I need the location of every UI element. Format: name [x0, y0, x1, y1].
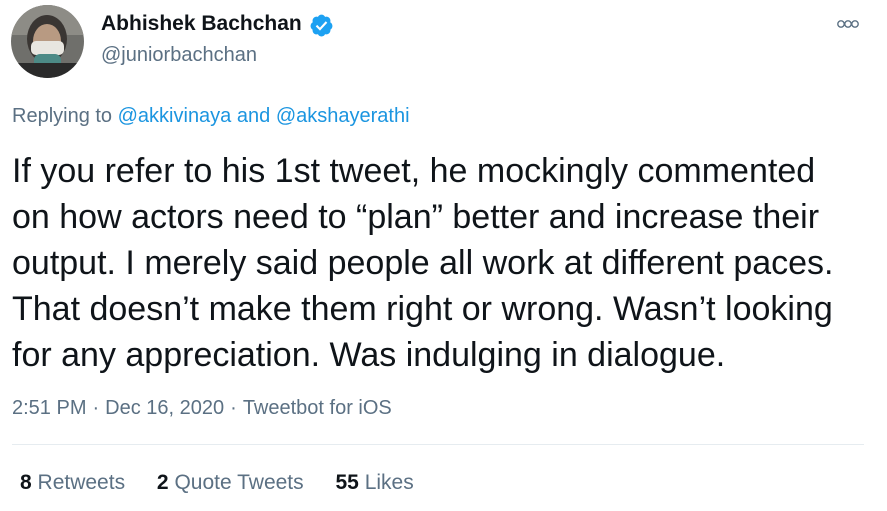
avatar-image [11, 5, 84, 78]
mention-connector: and [236, 105, 271, 127]
likes-label: Likes [364, 471, 414, 494]
mention-link-2[interactable]: @akshayerathi [276, 105, 410, 127]
retweets-label: Retweets [37, 471, 126, 494]
tweet-text-line: output. I merely said people all work at… [12, 244, 834, 282]
likes-stat[interactable]: 55 Likes [336, 471, 414, 495]
author-handle[interactable]: @juniorbachchan [101, 44, 257, 67]
retweets-stat[interactable]: 8 Retweets [20, 471, 125, 495]
retweets-count: 8 [20, 471, 32, 494]
tweet-text-line: If you refer to his 1st tweet, he mockin… [12, 152, 816, 190]
tweet-text-line: on how actors need to “plan” better and … [12, 198, 820, 236]
likes-count: 55 [335, 471, 359, 494]
tweet-text: If you refer to his 1st tweet, he mockin… [12, 148, 877, 378]
meta-separator: · [230, 397, 237, 419]
verified-badge-icon [310, 14, 333, 37]
tweet-source-link[interactable]: Tweetbot for iOS [243, 397, 392, 419]
more-horizontal-icon[interactable] [833, 12, 863, 36]
quote-tweets-count: 2 [156, 471, 169, 494]
author-display-name[interactable]: Abhishek Bachchan [101, 12, 302, 36]
divider [12, 444, 864, 445]
tweet-time: 2:51 PM [12, 397, 87, 419]
replying-to-label: Replying to [12, 105, 113, 127]
meta-separator: · [92, 397, 100, 419]
tweet-date: Dec 16, 2020 [105, 397, 225, 419]
quote-tweets-label: Quote Tweets [174, 471, 304, 494]
tweet-text-line: That doesn’t make them right or wrong. W… [12, 290, 833, 328]
avatar[interactable] [11, 5, 84, 78]
tweet-detail: Abhishek Bachchan @juniorbachchan Replyi… [0, 0, 887, 511]
tweet-metadata: 2:51 PM · Dec 16, 2020 · Tweetbot for iOS [12, 397, 392, 420]
mention-link-1[interactable]: @akkivinaya [118, 105, 232, 127]
quote-tweets-stat[interactable]: 2 Quote Tweets [157, 471, 304, 495]
tweet-timestamp-link[interactable]: 2:51 PM · Dec 16, 2020 [12, 397, 224, 419]
tweet-text-line: for any appreciation. Was indulging in d… [12, 336, 726, 374]
engagement-stats: 8 Retweets 2 Quote Tweets 55 Likes [20, 471, 440, 495]
replying-to: Replying to @akkivinaya and @akshayerath… [12, 105, 410, 128]
